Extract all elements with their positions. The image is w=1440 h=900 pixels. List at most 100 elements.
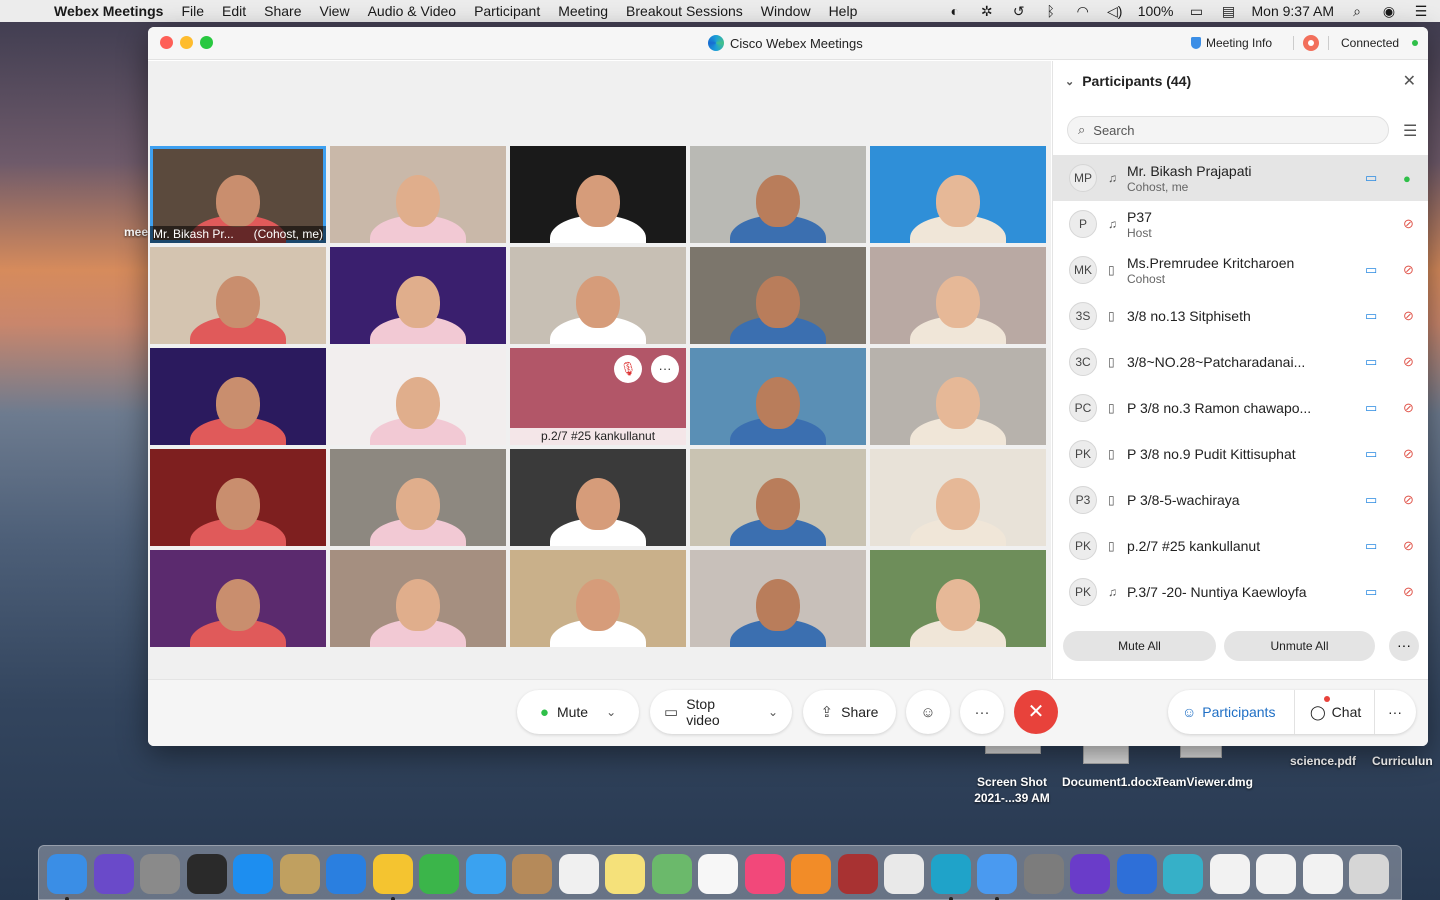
video-tile[interactable] — [510, 550, 686, 647]
video-tile[interactable]: 🎙 ··· p.2/7 #25 kankullanut — [510, 348, 686, 445]
chevron-down-icon[interactable]: ⌄ — [768, 705, 778, 719]
video-tile[interactable] — [690, 247, 866, 344]
siri-icon[interactable]: ◉ — [1380, 3, 1398, 20]
photo-booth-icon[interactable] — [837, 854, 878, 894]
microphone-muted-icon[interactable]: ⊘ — [1403, 400, 1414, 416]
wifi-icon[interactable]: ◠ — [1074, 3, 1092, 20]
video-tile[interactable] — [150, 348, 326, 445]
participant-row[interactable]: PC ▯ P 3/8 no.3 Ramon chawapo... ▭ ⊘ — [1053, 385, 1428, 431]
meeting-info-button[interactable]: Meeting Info — [1191, 36, 1272, 50]
menu-meeting[interactable]: Meeting — [549, 3, 617, 19]
desktop-file-screenshot[interactable]: Screen Shot 2021-...39 AM — [962, 774, 1062, 806]
close-window-button[interactable] — [160, 36, 173, 49]
video-tile[interactable] — [150, 550, 326, 647]
document-1-icon[interactable] — [1209, 854, 1250, 894]
menu-audio-video[interactable]: Audio & Video — [359, 3, 465, 19]
menu-file[interactable]: File — [172, 3, 213, 19]
unmute-all-button[interactable]: Unmute All — [1224, 631, 1375, 661]
participant-row[interactable]: PK ▯ p.2/7 #25 kankullanut ▭ ⊘ — [1053, 523, 1428, 569]
notification-center-icon[interactable]: ☰ — [1412, 3, 1430, 20]
desktop-file-document[interactable]: Document1.docx — [1062, 774, 1159, 790]
camera-icon[interactable]: ▭ — [1365, 538, 1377, 554]
desktop-file-science[interactable]: science.pdf — [1282, 753, 1364, 769]
video-tile[interactable] — [870, 146, 1046, 243]
minimize-window-button[interactable] — [180, 36, 193, 49]
photos-icon[interactable] — [884, 854, 924, 894]
menu-breakout-sessions[interactable]: Breakout Sessions — [617, 3, 752, 19]
participant-list[interactable]: MP ♫ Mr. Bikash Prajapati Cohost, me ▭ ● P ♫ P37… — [1053, 155, 1428, 627]
document-3-icon[interactable] — [1302, 854, 1343, 894]
trash-icon[interactable] — [1349, 854, 1389, 894]
recording-icon[interactable] — [1303, 35, 1319, 51]
flag-icon[interactable]: ▤ — [1220, 3, 1238, 20]
video-tile[interactable] — [690, 146, 866, 243]
webex-status-icon[interactable]: ◐ — [946, 3, 964, 19]
more-icon[interactable]: ··· — [1388, 690, 1402, 734]
menu-app-name[interactable]: Webex Meetings — [54, 3, 172, 19]
desktop-file-curriculum[interactable]: Curriculun — [1372, 753, 1440, 769]
microphone-muted-icon[interactable]: ⊘ — [1403, 216, 1414, 232]
maximize-window-button[interactable] — [200, 36, 213, 49]
mute-all-button[interactable]: Mute All — [1063, 631, 1216, 661]
participant-row[interactable]: PK ♫ P.3/7 -20- Nuntiya Kaewloyfa ▭ ⊘ — [1053, 569, 1428, 615]
calendar-icon[interactable] — [698, 854, 738, 894]
microphone-muted-icon[interactable]: ⊘ — [1403, 262, 1414, 278]
video-tile[interactable] — [330, 550, 506, 647]
launchpad-icon[interactable] — [140, 854, 180, 894]
participant-row[interactable]: MK ▯ Ms.Premrudee Kritcharoen Cohost ▭ ⊘ — [1053, 247, 1428, 293]
video-tile[interactable] — [510, 449, 686, 546]
preview-icon[interactable] — [279, 854, 320, 894]
sync-icon[interactable]: ✲ — [978, 3, 996, 20]
participant-row[interactable]: 3S ▯ 3/8 no.13 Sitphiseth ▭ ⊘ — [1053, 293, 1428, 339]
keynote-icon[interactable] — [1116, 854, 1157, 894]
time-machine-icon[interactable]: ↺ — [1010, 3, 1028, 20]
video-tile[interactable]: Mr. Bikash Pr... (Cohost, me) — [150, 146, 326, 243]
participant-row[interactable]: PK ▯ P 3/8 no.9 Pudit Kittisuphat ▭ ⊘ — [1053, 431, 1428, 477]
facetime-icon[interactable] — [419, 854, 459, 894]
video-tile[interactable] — [510, 146, 686, 243]
menu-window[interactable]: Window — [752, 3, 820, 19]
video-tile[interactable] — [150, 247, 326, 344]
battery-level[interactable]: 100% — [1138, 3, 1174, 19]
siri-icon[interactable] — [93, 854, 134, 894]
video-tile[interactable] — [330, 348, 506, 445]
tile-more-icon[interactable]: ··· — [651, 355, 679, 383]
search-input[interactable]: ⌕ Search — [1067, 116, 1389, 144]
participants-toggle[interactable]: ☺ Participants — [1182, 690, 1275, 734]
camera-icon[interactable]: ▭ — [1365, 262, 1377, 278]
close-icon[interactable]: ✕ — [1403, 71, 1416, 91]
desktop-file-teamviewer[interactable]: TeamViewer.dmg — [1156, 774, 1253, 790]
participant-row[interactable]: MP ♫ Mr. Bikash Prajapati Cohost, me ▭ ● — [1053, 155, 1428, 201]
safari-icon[interactable] — [326, 854, 366, 894]
volume-icon[interactable]: ◁) — [1106, 3, 1124, 20]
camera-icon[interactable]: ▭ — [1365, 400, 1377, 416]
microphone-muted-icon[interactable]: ⊘ — [1403, 446, 1414, 462]
chevron-down-icon[interactable]: ⌄ — [1065, 75, 1074, 88]
video-tile[interactable] — [690, 449, 866, 546]
microphone-muted-icon[interactable]: ⊘ — [1403, 354, 1414, 370]
camera-icon[interactable]: ▭ — [1365, 584, 1377, 600]
participant-row[interactable]: P ♫ P37 Host ⊘ — [1053, 201, 1428, 247]
imovie-icon[interactable] — [1070, 854, 1110, 894]
system-preferences-icon[interactable] — [1023, 854, 1064, 894]
bluetooth-icon[interactable]: ᛒ — [1042, 3, 1060, 19]
sort-icon[interactable]: ☰ — [1403, 121, 1417, 141]
microphone-muted-icon[interactable]: ⊘ — [1403, 492, 1414, 508]
video-tile[interactable] — [510, 247, 686, 344]
menu-share[interactable]: Share — [255, 3, 310, 19]
menu-edit[interactable]: Edit — [213, 3, 255, 19]
microphone-muted-icon[interactable]: ⊘ — [1403, 308, 1414, 324]
camera-icon[interactable]: ▭ — [1365, 492, 1377, 508]
camera-icon[interactable]: ▭ — [1365, 354, 1377, 370]
clock[interactable]: Mon 9:37 AM — [1252, 3, 1335, 19]
contacts-icon[interactable] — [512, 854, 552, 894]
mute-button[interactable]: ● Mute ⌄ — [517, 690, 639, 734]
document-2-icon[interactable] — [1256, 854, 1296, 894]
video-tile[interactable] — [870, 247, 1046, 344]
share-button[interactable]: ⇪ Share — [803, 690, 896, 734]
notes-icon[interactable] — [605, 854, 645, 894]
microphone-muted-icon[interactable]: ⊘ — [1403, 538, 1414, 554]
chrome-icon[interactable] — [372, 854, 413, 894]
video-tile[interactable] — [330, 449, 506, 546]
participant-row[interactable]: P3 ▯ P 3/8-5-wachiraya ▭ ⊘ — [1053, 477, 1428, 523]
